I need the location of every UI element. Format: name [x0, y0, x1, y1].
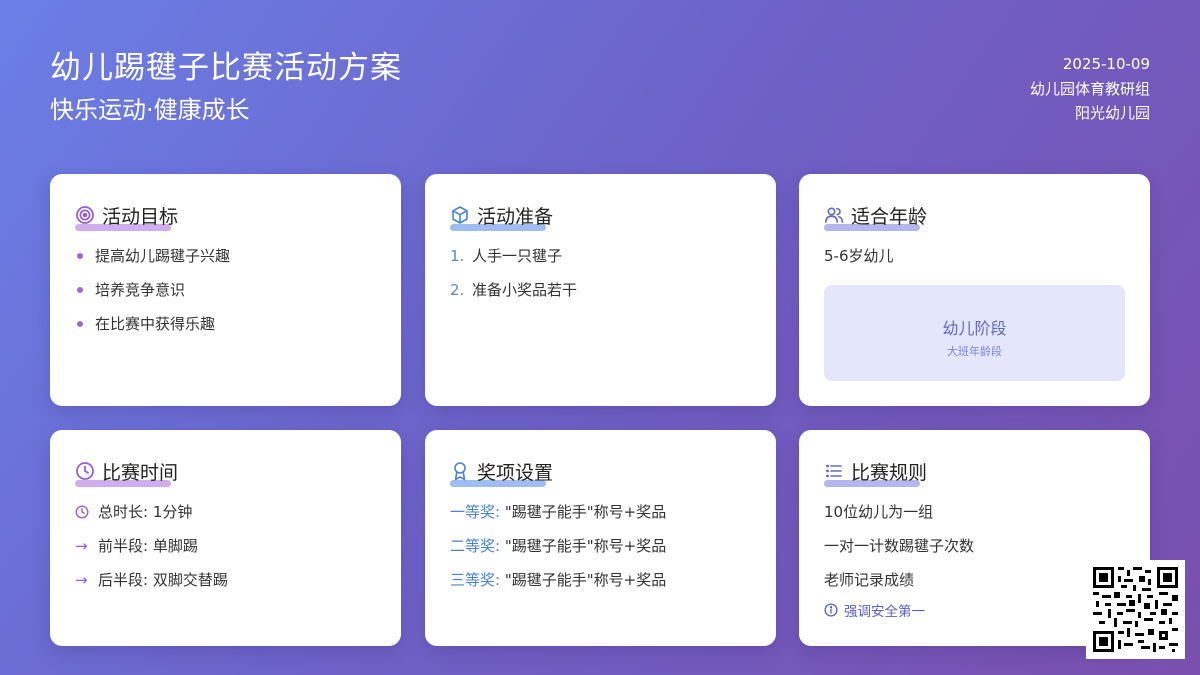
- arrow-right-icon: →: [75, 571, 88, 589]
- target-icon: [75, 205, 95, 225]
- list-item: 老师记录成绩: [824, 571, 915, 589]
- list-item: 培养竞争意识: [75, 280, 376, 314]
- age-text: 5-6岁幼儿: [824, 247, 894, 265]
- list-icon: [824, 461, 844, 481]
- qr-code: [1086, 560, 1185, 659]
- list-item: → 前半段: 单脚踢: [75, 537, 198, 555]
- age-stage-sublabel: 大班年龄段: [947, 345, 1002, 358]
- school-text: 阳光幼儿园: [1074, 104, 1150, 122]
- list-item: 总时长: 1分钟: [75, 502, 376, 536]
- list-item: 2. 准备小奖品若干: [450, 281, 578, 299]
- page-subtitle: 快乐运动·健康成长: [50, 96, 250, 124]
- card-title: 比赛时间: [102, 461, 179, 484]
- card-title: 奖项设置: [477, 461, 554, 484]
- list-item: 提高幼儿踢毽子兴趣: [75, 246, 376, 280]
- card-awards: 奖项设置 一等奖: "踢毽子能手"称号+奖品 二等奖: "踢毽子能手"称号+奖品…: [425, 430, 776, 646]
- header: 幼儿踢毽子比赛活动方案 快乐运动·健康成长: [50, 48, 402, 126]
- card-time: 比赛时间 总时长: 1分钟 → 前半段: 单脚踢 → 后半段: 双脚交替踢: [50, 430, 401, 646]
- bullet: [77, 321, 83, 327]
- list-item: 三等奖: "踢毽子能手"称号+奖品: [450, 571, 667, 589]
- list-item: → 后半段: 双脚交替踢: [75, 571, 228, 589]
- page-title: 幼儿踢毽子比赛活动方案: [50, 50, 402, 86]
- list-item: 一对一计数踢毽子次数: [824, 537, 975, 555]
- award-icon: [450, 461, 470, 481]
- card-title: 比赛规则: [851, 461, 928, 484]
- card-title: 适合年龄: [851, 205, 928, 228]
- card-age: 适合年龄 5-6岁幼儿 幼儿阶段 大班年龄段: [799, 174, 1150, 406]
- bullet: [77, 287, 83, 293]
- card-prep: 活动准备 1. 人手一只毽子 2. 准备小奖品若干: [425, 174, 776, 406]
- card-goals: 活动目标 提高幼儿踢毽子兴趣 培养竞争意识 在比赛中获得乐趣: [50, 174, 401, 406]
- list-item: 1. 人手一只毽子: [450, 247, 563, 265]
- age-stage-box: 幼儿阶段 大班年龄段: [824, 285, 1125, 381]
- users-icon: [824, 205, 844, 225]
- box-icon: [450, 205, 470, 225]
- list-item: 10位幼儿为一组: [824, 503, 934, 521]
- header-meta: 2025-10-09 幼儿园体育教研组 阳光幼儿园: [1030, 52, 1150, 126]
- card-title: 活动目标: [102, 205, 179, 228]
- list-item: 一等奖: "踢毽子能手"称号+奖品: [450, 503, 667, 521]
- list-item: 在比赛中获得乐趣: [75, 314, 376, 348]
- organizer-text: 幼儿园体育教研组: [1029, 79, 1150, 98]
- arrow-right-icon: →: [75, 537, 88, 555]
- age-stage-label: 幼儿阶段: [942, 319, 1007, 338]
- date-text: 2025-10-09: [1062, 55, 1150, 73]
- clock-icon: [75, 502, 89, 522]
- card-title: 活动准备: [477, 205, 554, 228]
- safety-tip: 强调安全第一: [824, 600, 1125, 620]
- clock-icon: [75, 461, 95, 481]
- bullet: [77, 253, 83, 259]
- info-icon: [824, 603, 838, 617]
- list-item: 二等奖: "踢毽子能手"称号+奖品: [450, 537, 667, 555]
